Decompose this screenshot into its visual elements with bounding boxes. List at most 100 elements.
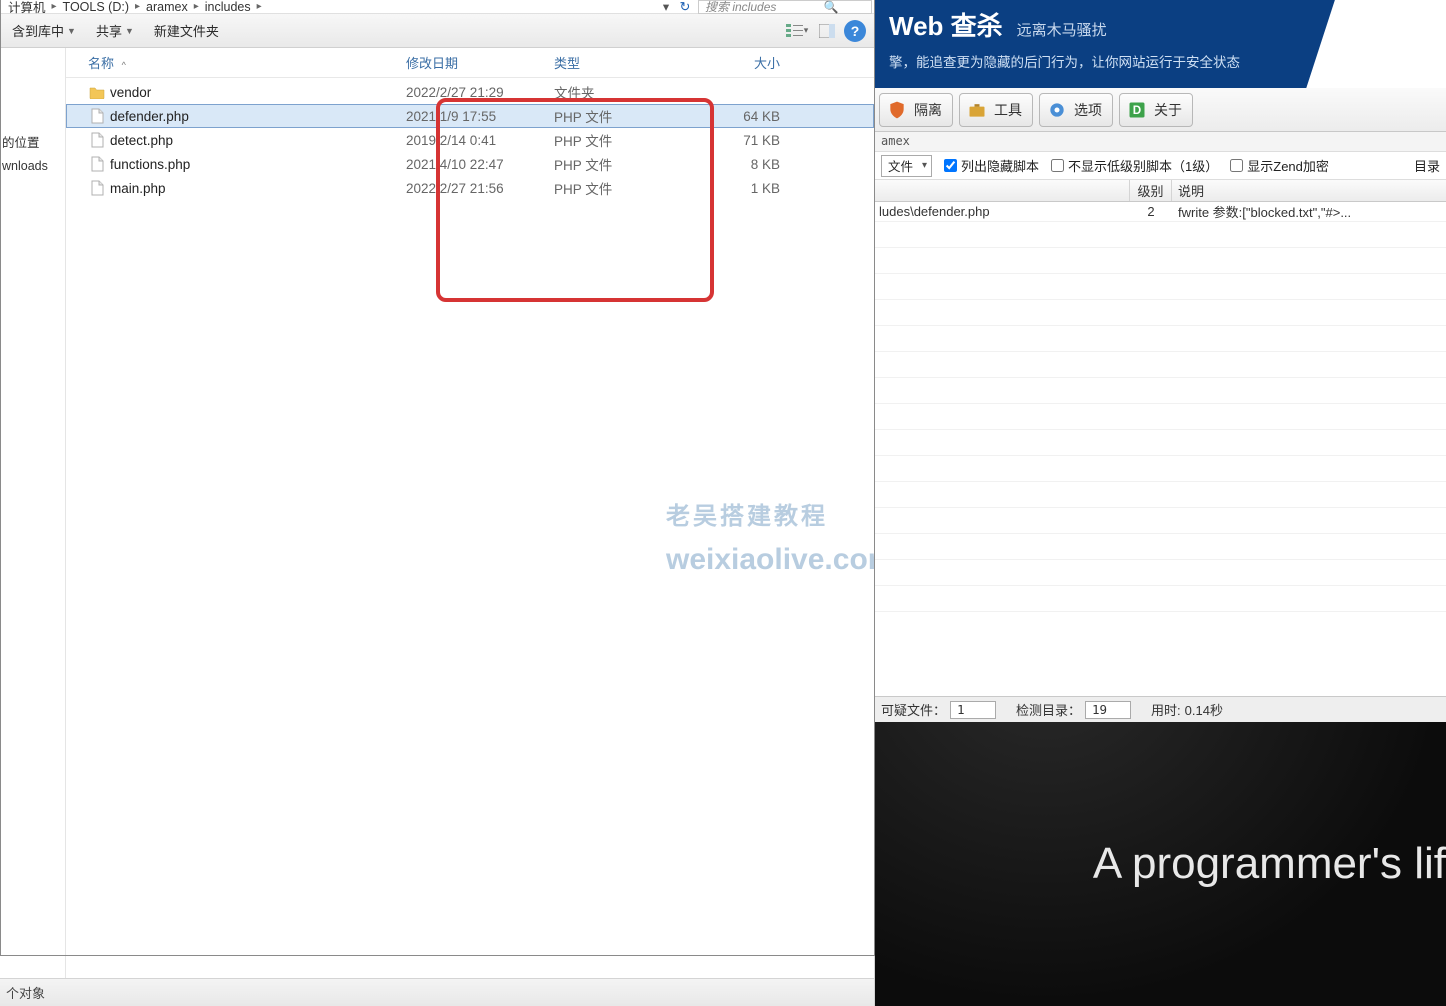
refresh-icon[interactable]: ↻	[674, 0, 696, 15]
directory-label: 目录	[1414, 156, 1440, 175]
file-type: PHP 文件	[554, 154, 702, 174]
explorer-toolbar: 含到库中 ▼ 共享 ▼ 新建文件夹 ▾ ?	[0, 14, 874, 48]
promo-text: A programmer's lif	[1093, 839, 1446, 889]
empty-row	[875, 534, 1446, 560]
file-row[interactable]: defender.php2021/1/9 17:55PHP 文件64 KB	[66, 104, 874, 128]
file-row[interactable]: detect.php2019/2/14 0:41PHP 文件71 KB	[66, 128, 874, 152]
about-button[interactable]: D 关于	[1119, 93, 1193, 127]
empty-row	[875, 274, 1446, 300]
options-button[interactable]: 选项	[1039, 93, 1113, 127]
file-type: 文件夹	[554, 82, 702, 102]
chevron-down-icon: ▾	[804, 25, 809, 36]
result-desc: fwrite 参数:["blocked.txt","#>...	[1172, 202, 1446, 221]
empty-row	[875, 430, 1446, 456]
chevron-right-icon: ▸	[133, 1, 142, 12]
new-folder-button[interactable]: 新建文件夹	[144, 14, 229, 47]
column-header-path[interactable]	[875, 180, 1130, 201]
empty-row	[875, 352, 1446, 378]
briefcase-icon	[966, 99, 988, 121]
time-label: 用时:	[1151, 700, 1181, 719]
results-grid[interactable]: ludes\defender.php2fwrite 参数:["blocked.t…	[875, 202, 1446, 696]
preview-pane-button[interactable]	[814, 20, 840, 42]
file-date: 2022/2/27 21:29	[406, 85, 554, 100]
watermark: 老吴搭建教程 weixiaolive.com	[666, 498, 894, 584]
promo-panel: A programmer's lif	[875, 722, 1446, 1006]
search-icon[interactable]: 🔍	[785, 0, 871, 14]
sort-arrow-icon: ^	[122, 60, 126, 70]
file-name: main.php	[110, 181, 406, 196]
empty-row	[875, 222, 1446, 248]
file-icon	[88, 131, 106, 149]
file-row[interactable]: functions.php2021/4/10 22:47PHP 文件8 KB	[66, 152, 874, 176]
nav-item[interactable]: 的位置	[0, 128, 65, 155]
column-header-level[interactable]: 级别	[1130, 180, 1172, 201]
chevron-right-icon: ▸	[192, 1, 201, 12]
view-mode-button[interactable]: ▾	[784, 20, 810, 42]
crumb-folder-1[interactable]: aramex	[142, 0, 192, 14]
isolate-button[interactable]: 隔离	[879, 93, 953, 127]
nav-item[interactable]: wnloads	[0, 155, 65, 177]
file-row[interactable]: vendor2022/2/27 21:29文件夹	[66, 80, 874, 104]
scanner-banner: Web 查杀 远离木马骚扰 擎，能追查更为隐藏的后门行为，让你网站运行于安全状态	[875, 0, 1446, 88]
dirs-label: 检测目录：	[1016, 700, 1081, 719]
empty-row	[875, 300, 1446, 326]
file-name: defender.php	[110, 109, 406, 124]
address-dropdown-icon[interactable]: ▾	[658, 0, 674, 14]
checkbox-hidden-scripts[interactable]: 列出隐藏脚本	[944, 156, 1039, 175]
file-size: 71 KB	[702, 133, 798, 148]
column-header-date[interactable]: 修改日期	[406, 53, 554, 72]
search-input[interactable]: 搜索 includes 🔍	[698, 0, 872, 14]
navigation-pane[interactable]: 的位置 wnloads	[0, 48, 66, 978]
file-type: PHP 文件	[554, 106, 702, 126]
suspicious-label: 可疑文件：	[881, 700, 946, 719]
shield-icon	[886, 99, 908, 121]
empty-row	[875, 560, 1446, 586]
app-title: Web 查杀	[889, 6, 1003, 43]
suspicious-count: 1	[950, 701, 996, 719]
help-icon[interactable]: ?	[844, 20, 866, 42]
file-row[interactable]: main.php2022/2/27 21:56PHP 文件1 KB	[66, 176, 874, 200]
crumb-folder-2[interactable]: includes	[201, 0, 255, 14]
file-icon	[88, 107, 106, 125]
result-row[interactable]: ludes\defender.php2fwrite 参数:["blocked.t…	[875, 202, 1446, 222]
file-date: 2019/2/14 0:41	[406, 133, 554, 148]
scan-options-bar: 文件 列出隐藏脚本 不显示低级别脚本（1级） 显示Zend加密 目录	[875, 152, 1446, 180]
scanner-window: Web 查杀 远离木马骚扰 擎，能追查更为隐藏的后门行为，让你网站运行于安全状态…	[875, 0, 1446, 722]
empty-row	[875, 586, 1446, 612]
folder-icon	[88, 83, 106, 101]
share-button[interactable]: 共享 ▼	[86, 14, 144, 47]
filetype-dropdown[interactable]: 文件	[881, 155, 932, 177]
empty-row	[875, 482, 1446, 508]
address-bar: 计算机 ▸ TOOLS (D:) ▸ aramex ▸ includes ▸ ▾…	[0, 0, 874, 14]
empty-row	[875, 404, 1446, 430]
status-bar: 个对象	[0, 978, 874, 1006]
gear-icon	[1046, 99, 1068, 121]
column-header-type[interactable]: 类型	[554, 53, 702, 72]
scanner-toolbar: 隔离 工具 选项 D 关于	[875, 88, 1446, 132]
file-type: PHP 文件	[554, 130, 702, 150]
empty-row	[875, 378, 1446, 404]
svg-text:D: D	[1133, 104, 1141, 117]
file-size: 1 KB	[702, 181, 798, 196]
column-headers: 名称 ^ 修改日期 类型 大小	[66, 48, 874, 78]
checkbox-low-level[interactable]: 不显示低级别脚本（1级）	[1051, 156, 1218, 175]
file-name: functions.php	[110, 157, 406, 172]
file-list-area: 名称 ^ 修改日期 类型 大小 vendor2022/2/27 21:29文件夹…	[66, 48, 874, 978]
results-header: 级别 说明	[875, 180, 1446, 202]
empty-row	[875, 508, 1446, 534]
column-header-desc[interactable]: 说明	[1172, 181, 1446, 200]
column-header-size[interactable]: 大小	[702, 53, 798, 72]
crumb-drive[interactable]: TOOLS (D:)	[59, 0, 133, 14]
include-in-library-button[interactable]: 含到库中 ▼	[2, 14, 86, 47]
column-header-name[interactable]: 名称 ^	[88, 53, 406, 72]
logo-icon: D	[1126, 99, 1148, 121]
chevron-right-icon: ▸	[255, 1, 264, 12]
file-name: vendor	[110, 85, 406, 100]
tools-button[interactable]: 工具	[959, 93, 1033, 127]
chevron-right-icon: ▸	[50, 1, 59, 12]
result-path: ludes\defender.php	[875, 204, 1130, 219]
chevron-down-icon: ▼	[125, 26, 134, 36]
file-icon	[88, 179, 106, 197]
empty-row	[875, 456, 1446, 482]
checkbox-zend[interactable]: 显示Zend加密	[1230, 156, 1329, 175]
